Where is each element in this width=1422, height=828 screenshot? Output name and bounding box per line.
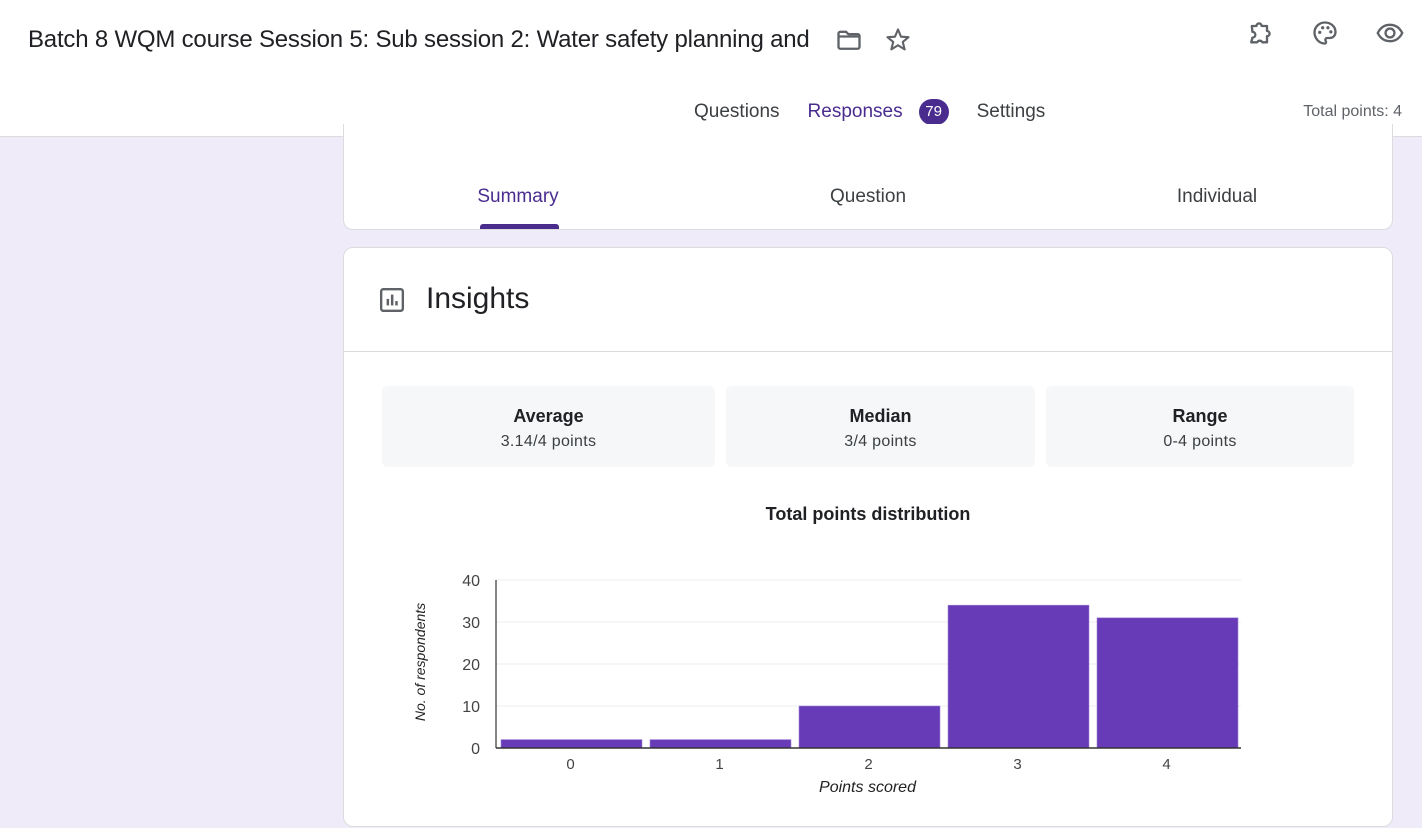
bar-points-2[interactable] (798, 705, 941, 749)
x-tick-label: 2 (864, 756, 872, 773)
points-distribution-chart: 0 10 20 30 40 0 1 2 3 4 No. of respondents Point… (412, 573, 1241, 796)
bar-points-3[interactable] (947, 604, 1090, 749)
form-title[interactable]: Batch 8 WQM course Session 5: Sub sessio… (28, 26, 828, 54)
subtab-summary[interactable]: Summary (477, 186, 558, 208)
top-bar: Batch 8 WQM course Session 5: Sub sessio… (0, 0, 1422, 137)
responses-count-badge: 79 (918, 99, 949, 125)
eye-preview-icon[interactable] (1373, 16, 1407, 50)
x-axis-label: Points scored (819, 779, 917, 796)
palette-icon[interactable] (1308, 16, 1342, 50)
subtab-individual[interactable]: Individual (1177, 186, 1257, 208)
bar-points-4[interactable] (1096, 617, 1239, 749)
x-tick-label: 1 (715, 756, 723, 773)
responses-view-tabs: Summary Question Individual (343, 124, 1393, 230)
y-tick-label: 40 (462, 573, 480, 590)
y-tick-label: 20 (462, 657, 480, 674)
y-tick-label: 30 (462, 615, 480, 632)
star-icon[interactable] (881, 23, 915, 57)
active-subtab-indicator (480, 224, 559, 229)
x-tick-label: 0 (566, 756, 574, 773)
bar-points-1[interactable] (649, 739, 792, 749)
subtab-question[interactable]: Question (830, 186, 906, 208)
folder-icon[interactable] (832, 23, 866, 57)
y-axis-label: No. of respondents (412, 603, 428, 721)
y-tick-label: 0 (471, 741, 480, 758)
bar-points-0[interactable] (500, 739, 643, 749)
addon-puzzle-icon[interactable] (1243, 16, 1277, 50)
insights-card: Insights Average 3.14/4 points Median 3/… (343, 247, 1393, 827)
x-tick-label: 4 (1162, 756, 1170, 773)
x-tick-label: 3 (1013, 756, 1021, 773)
y-tick-label: 10 (462, 699, 480, 716)
total-points-label: Total points: 4 (1303, 103, 1402, 120)
